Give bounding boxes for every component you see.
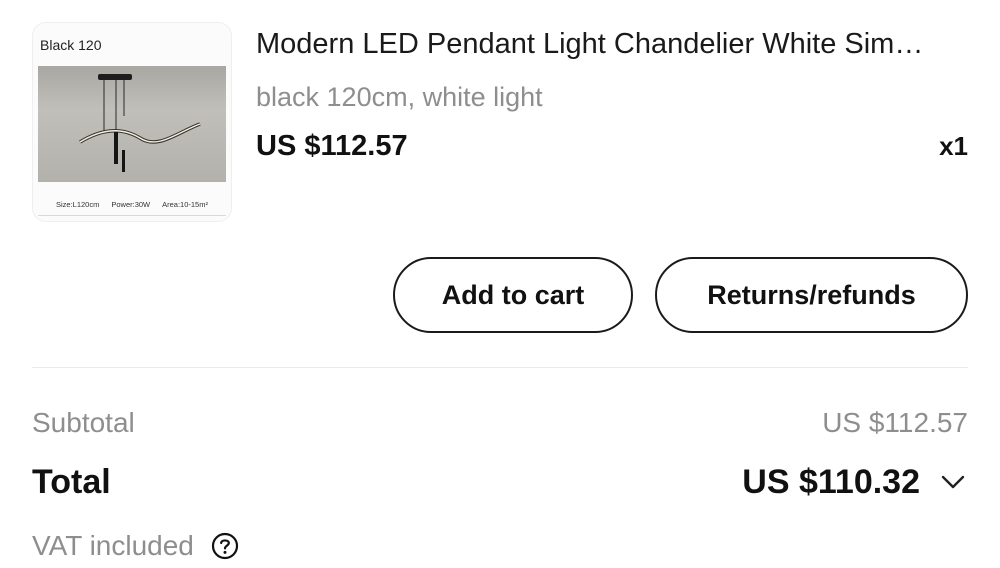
subtotal-label: Subtotal (32, 407, 135, 438)
product-image[interactable]: Black 120 Size:L120cm Power:30W Area:10-… (32, 22, 232, 222)
total-toggle[interactable]: US $110.32 (742, 462, 968, 502)
subtotal-value: US $112.57 (822, 407, 968, 438)
product-variant: black 120cm, white light (256, 82, 543, 112)
pendant-light-photo (38, 66, 226, 182)
vat-label: VAT included (32, 530, 194, 561)
question-circle-icon[interactable] (210, 531, 240, 561)
total-label: Total (32, 463, 111, 501)
product-quantity: x1 (939, 131, 968, 161)
spec-power: Power:30W (111, 200, 151, 209)
vat-row: VAT included (32, 528, 240, 564)
image-variant-label: Black 120 (40, 37, 102, 53)
image-divider (38, 215, 226, 216)
spec-size: Size:L120cm (56, 200, 100, 209)
product-price: US $112.57 (256, 130, 408, 162)
section-divider (32, 367, 968, 368)
total-value: US $110.32 (742, 463, 920, 501)
returns-refunds-button[interactable]: Returns/refunds (655, 257, 968, 333)
add-to-cart-button[interactable]: Add to cart (393, 257, 633, 333)
image-specs: Size:L120cm Power:30W Area:10-15m² (32, 200, 232, 209)
product-title[interactable]: Modern LED Pendant Light Chandelier Whit… (256, 26, 976, 62)
spec-area: Area:10-15m² (162, 200, 208, 209)
chevron-down-icon[interactable] (938, 467, 968, 497)
